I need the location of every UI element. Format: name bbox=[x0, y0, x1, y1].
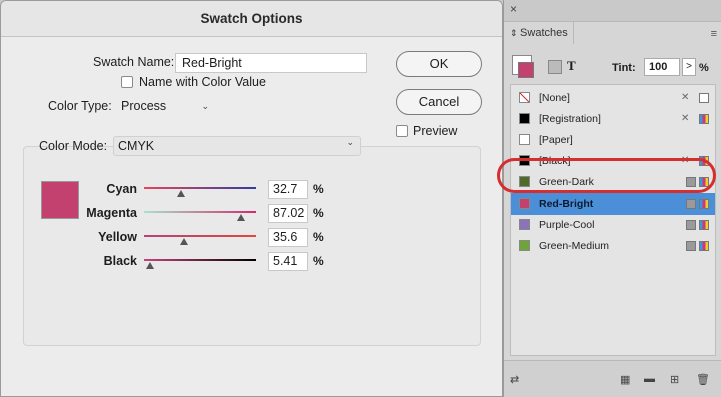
stroke-proxy-icon[interactable] bbox=[518, 62, 534, 78]
swatch-color-chip bbox=[519, 113, 530, 124]
swatch-name-label: Swatch Name: bbox=[93, 55, 175, 69]
swatch-row[interactable]: [None] ✕ bbox=[511, 89, 715, 107]
swatches-panel: × ⇕ Swatches ≡ T Tint: 100 > % [None] ✕ [R… bbox=[503, 0, 721, 397]
swatch-name-input[interactable]: Red-Bright bbox=[175, 53, 367, 73]
color-type-select[interactable]: Process ⌄ bbox=[117, 96, 215, 116]
ink-slider-thumb-yellow[interactable] bbox=[179, 238, 188, 245]
chevron-down-icon: ⌄ bbox=[346, 137, 354, 147]
swatch-row[interactable]: Red-Bright bbox=[511, 193, 715, 215]
swatch-row[interactable]: Green-Medium bbox=[511, 237, 715, 255]
swatch-row[interactable]: Purple-Cool bbox=[511, 216, 715, 234]
swatch-name: [Registration] bbox=[539, 113, 601, 125]
cmyk-process-icon bbox=[699, 114, 709, 124]
ink-value-magenta[interactable]: 87.02 bbox=[268, 204, 308, 223]
ink-slider-thumb-black[interactable] bbox=[146, 262, 155, 269]
color-type-label: Color Type: bbox=[48, 99, 112, 113]
none-color-icon bbox=[699, 93, 709, 103]
ok-button[interactable]: OK bbox=[396, 51, 482, 77]
ink-percent-sign: % bbox=[313, 206, 324, 220]
cmyk-process-icon bbox=[699, 241, 709, 251]
ink-slider-track-yellow[interactable] bbox=[144, 235, 256, 237]
swatch-color-chip bbox=[519, 198, 530, 209]
new-swatch-icon[interactable]: ⊞ bbox=[670, 373, 679, 386]
ink-percent-sign: % bbox=[313, 182, 324, 196]
close-icon[interactable]: × bbox=[510, 2, 517, 16]
panel-footer: ⇄ ▦ ▬ ⊞ 🗑 bbox=[504, 360, 721, 397]
name-with-color-value-label: Name with Color Value bbox=[139, 75, 266, 89]
swatch-row[interactable]: [Registration] ✕ bbox=[511, 110, 715, 128]
cmyk-process-icon bbox=[699, 220, 709, 230]
swatch-row[interactable]: [Paper] bbox=[511, 131, 715, 149]
swatch-color-chip bbox=[519, 240, 530, 251]
swatch-name: Purple-Cool bbox=[539, 219, 595, 231]
ink-slider-thumb-cyan[interactable] bbox=[176, 190, 185, 197]
new-color-group-icon[interactable]: ▦ bbox=[620, 373, 630, 386]
tab-swatches-label: Swatches bbox=[520, 27, 568, 39]
swatch-name: [Paper] bbox=[539, 134, 573, 146]
color-mode-group bbox=[23, 146, 481, 346]
ink-slider-track-black[interactable] bbox=[144, 259, 256, 261]
not-editable-icon: ✕ bbox=[681, 92, 690, 103]
preview-label: Preview bbox=[413, 124, 458, 138]
ink-label-yellow: Yellow bbox=[98, 230, 137, 244]
tint-unit: % bbox=[699, 62, 709, 74]
color-mode-select[interactable]: CMYK ⌄ bbox=[113, 136, 361, 156]
not-editable-icon: ✕ bbox=[681, 113, 690, 124]
ink-value-yellow[interactable]: 35.6 bbox=[268, 228, 308, 247]
ink-slider-thumb-magenta[interactable] bbox=[237, 214, 246, 221]
swatch-color-chip bbox=[519, 134, 530, 145]
chevron-down-icon: ⌄ bbox=[201, 101, 209, 111]
swatch-options-dialog: Swatch Options Swatch Name: Red-Bright N… bbox=[0, 0, 503, 397]
ink-value-black[interactable]: 5.41 bbox=[268, 252, 308, 271]
cmyk-process-icon bbox=[699, 199, 709, 209]
swatch-name: Red-Bright bbox=[539, 198, 594, 210]
process-color-icon bbox=[686, 220, 696, 230]
trash-icon[interactable]: 🗑 bbox=[696, 373, 710, 386]
tab-swatches[interactable]: ⇕ Swatches bbox=[504, 22, 574, 44]
show-swatch-kinds-icon[interactable]: ⇄ bbox=[510, 373, 519, 386]
formatting-container-icon[interactable] bbox=[548, 60, 562, 74]
color-mode-value: CMYK bbox=[118, 139, 155, 153]
name-with-color-value-checkbox[interactable] bbox=[121, 76, 133, 88]
color-mode-label: Color Mode: bbox=[39, 139, 108, 153]
tint-popup-arrow-icon[interactable]: > bbox=[682, 58, 696, 76]
ink-label-magenta: Magenta bbox=[86, 206, 137, 220]
dialog-title: Swatch Options bbox=[1, 1, 502, 37]
panel-titlebar: × bbox=[504, 0, 721, 22]
ink-label-cyan: Cyan bbox=[106, 182, 137, 196]
ink-value-cyan[interactable]: 32.7 bbox=[268, 180, 308, 199]
process-color-icon bbox=[686, 241, 696, 251]
ink-percent-sign: % bbox=[313, 230, 324, 244]
swatch-color-chip bbox=[519, 219, 530, 230]
tint-label: Tint: bbox=[612, 62, 636, 74]
tint-input[interactable]: 100 bbox=[644, 58, 680, 76]
swatch-name: [None] bbox=[539, 92, 570, 104]
process-color-icon bbox=[686, 199, 696, 209]
panel-collapse-icon: ⇕ bbox=[510, 28, 521, 38]
selection-highlight-ring bbox=[497, 158, 716, 193]
swatch-name: Green-Medium bbox=[539, 240, 610, 252]
formatting-text-icon[interactable]: T bbox=[567, 58, 576, 74]
ink-percent-sign: % bbox=[313, 254, 324, 268]
ink-slider-track-cyan[interactable] bbox=[144, 187, 256, 189]
preview-checkbox[interactable] bbox=[396, 125, 408, 137]
swatch-list: [None] ✕ [Registration] ✕ [Paper] [Black] ✕ Gre… bbox=[510, 84, 716, 356]
ink-slider-track-magenta[interactable] bbox=[144, 211, 256, 213]
folder-icon[interactable]: ▬ bbox=[644, 373, 655, 385]
cancel-button[interactable]: Cancel bbox=[396, 89, 482, 115]
swatch-color-chip bbox=[519, 92, 530, 103]
color-type-value: Process bbox=[121, 99, 167, 113]
panel-menu-icon[interactable]: ≡ bbox=[711, 28, 717, 40]
ink-label-black: Black bbox=[103, 254, 137, 268]
